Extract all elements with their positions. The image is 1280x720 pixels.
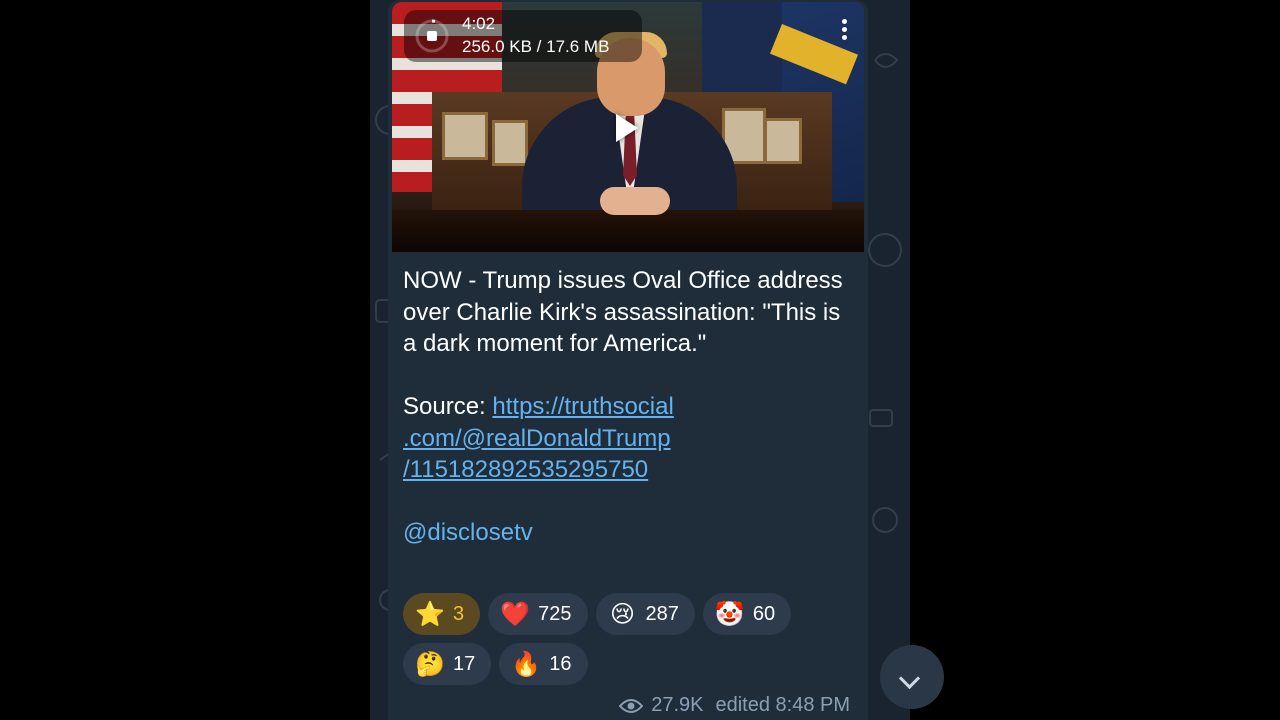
- video-thumbnail[interactable]: 4:02 256.0 KB / 17.6 MB: [392, 2, 864, 252]
- reaction-count: 60: [752, 602, 776, 625]
- message-headline: NOW - Trump issues Oval Office address o…: [403, 267, 843, 357]
- reaction-star[interactable]: ⭐ 3: [403, 593, 481, 635]
- stop-icon: [427, 31, 437, 41]
- reaction-count: 3: [453, 602, 465, 625]
- download-status: 4:02 256.0 KB / 17.6 MB: [404, 10, 642, 62]
- person-hands: [600, 187, 670, 215]
- play-icon[interactable]: [616, 114, 638, 142]
- eye-icon: [619, 698, 644, 713]
- reaction-count: 17: [453, 652, 476, 675]
- chevron-down-icon: [898, 667, 921, 690]
- reaction-count: 16: [549, 652, 572, 675]
- message-meta: 27.9K edited 8:48 PM: [619, 694, 850, 717]
- more-vertical-icon[interactable]: [834, 16, 854, 46]
- scroll-down-button[interactable]: [880, 645, 944, 709]
- thinking-face-icon: 🤔: [415, 650, 445, 678]
- reaction-crying[interactable]: 😢 287: [595, 593, 695, 635]
- fire-icon: 🔥: [511, 650, 542, 678]
- edited-timestamp: edited 8:48 PM: [715, 694, 850, 716]
- photo-frame: [764, 118, 802, 164]
- reaction-clown[interactable]: 🤡 60: [702, 593, 792, 635]
- reaction-count: 725: [538, 602, 572, 625]
- cancel-download-button[interactable]: [414, 18, 450, 54]
- photo-frame: [442, 112, 488, 160]
- desk: [392, 210, 864, 252]
- download-progress-text: 256.0 KB / 17.6 MB: [462, 37, 610, 56]
- source-label: Source:: [403, 393, 493, 420]
- star-icon: ⭐: [415, 600, 445, 628]
- message-bubble: 4:02 256.0 KB / 17.6 MB NOW - Trump issu…: [388, 0, 868, 720]
- reactions-bar: ⭐ 3 ❤️ 725 😢 287 🤡 60 🤔 17 🔥 16: [403, 593, 863, 693]
- reaction-thinking[interactable]: 🤔 17: [403, 643, 492, 685]
- reaction-count: 287: [645, 602, 679, 625]
- source-line: Source: https://truthsocial .com/@realDon…: [403, 391, 858, 486]
- photo-frame: [492, 120, 528, 166]
- reaction-fire[interactable]: 🔥 16: [499, 643, 588, 685]
- video-duration: 4:02: [462, 14, 496, 33]
- reaction-heart[interactable]: ❤️ 725: [488, 593, 588, 635]
- heart-icon: ❤️: [500, 600, 531, 628]
- view-count: 27.9K: [651, 694, 704, 716]
- clown-face-icon: 🤡: [714, 600, 745, 628]
- channel-mention-link[interactable]: @disclosetv: [403, 517, 858, 549]
- crying-face-icon: 😢: [609, 600, 636, 628]
- message-text: NOW - Trump issues Oval Office address o…: [403, 265, 858, 549]
- flag-stars: [702, 2, 782, 92]
